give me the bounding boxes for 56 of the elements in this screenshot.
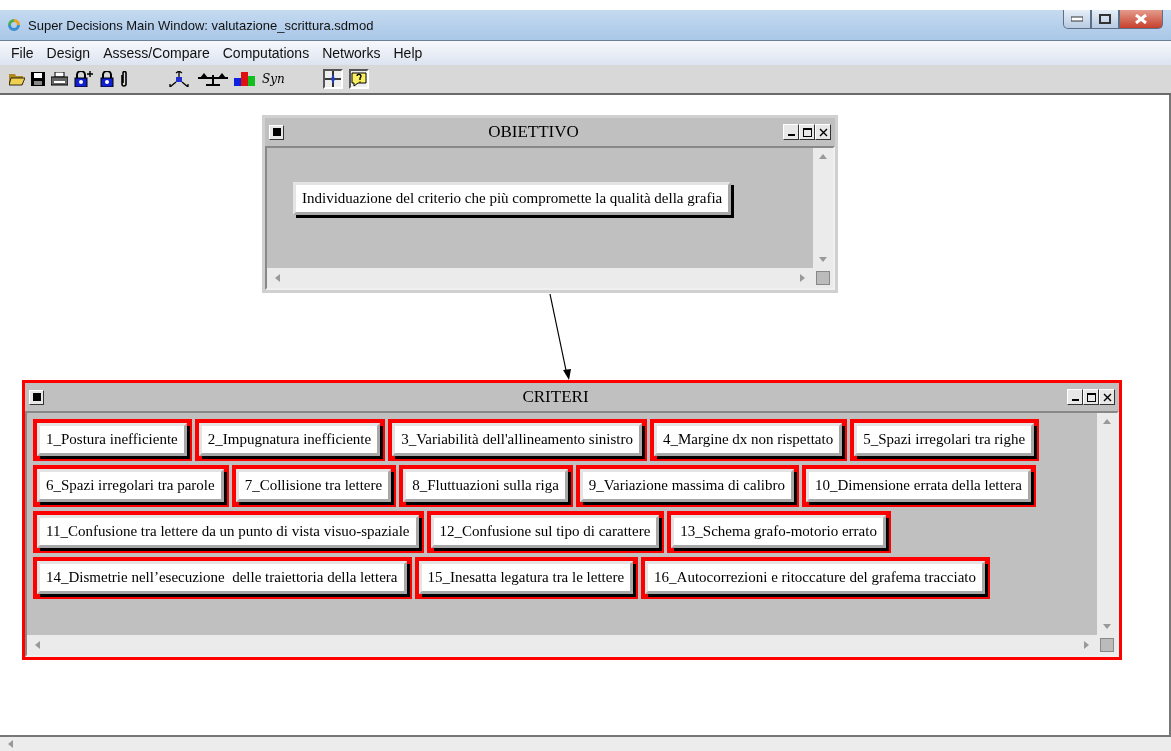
node-button[interactable]: 11_Confusione tra lettere da un punto di vista visuo-spaziale — [37, 515, 419, 548]
help-toggle[interactable] — [348, 69, 369, 89]
node-button[interactable]: 14_Dismetrie nell’esecuzione delle traiettoria della lettera — [37, 561, 407, 594]
app-icon — [6, 17, 22, 33]
node-button[interactable]: 1_Postura inefficiente — [37, 423, 187, 456]
save-icon[interactable] — [31, 72, 45, 86]
node-button[interactable]: 5_Spazi irregolari tra righe — [854, 423, 1035, 456]
node-button[interactable]: 2_Impugnatura inefficiente — [198, 423, 381, 456]
node-button[interactable]: 15_Inesatta legatura tra le lettere — [418, 561, 634, 594]
resize-grip[interactable] — [1097, 635, 1117, 655]
close-icon — [818, 127, 828, 137]
node-button[interactable]: 6_Spazi irregolari tra parole — [37, 469, 224, 502]
lock-plus-icon[interactable] — [74, 71, 94, 87]
maximize-icon — [1086, 392, 1096, 402]
close-icon — [1102, 392, 1112, 402]
cluster-title: OBIETTIVO — [487, 122, 580, 142]
balance-scale-icon[interactable] — [198, 72, 228, 86]
square-icon — [272, 128, 281, 136]
maximize-icon — [1099, 14, 1111, 24]
synthesis-button[interactable]: Syn — [262, 72, 285, 86]
crosshair-icon — [324, 71, 341, 87]
paperclip-icon[interactable] — [120, 71, 128, 87]
node-button[interactable]: 13_Schema grafo-motorio errato — [671, 515, 886, 548]
node-button[interactable]: 9_Variazione massima di calibro — [579, 469, 794, 502]
compass-toggle[interactable] — [322, 69, 343, 89]
network-icon[interactable] — [166, 71, 192, 87]
node-button[interactable]: 10_Dimensione errata della lettera — [806, 469, 1031, 502]
menu-item[interactable]: Help — [393, 45, 423, 61]
bar-chart-icon[interactable] — [234, 72, 256, 86]
menu-item[interactable]: Networks — [322, 45, 381, 61]
printer-icon[interactable] — [51, 72, 68, 86]
node-button[interactable]: Individuazione del criterio che più compromette la qualità della grafia — [293, 182, 732, 215]
window-menu-button[interactable] — [269, 124, 284, 140]
window-menu-button[interactable] — [29, 389, 44, 405]
horizontal-scrollbar[interactable] — [0, 737, 1171, 751]
resize-grip[interactable] — [813, 268, 833, 288]
cluster-title: CRITERI — [521, 387, 590, 407]
node-button[interactable]: 4_Margine dx non rispettato — [654, 423, 843, 456]
maximize-icon — [802, 127, 812, 137]
node-button[interactable]: 7_Collisione tra lettere — [235, 469, 392, 502]
help-bubble-icon — [350, 71, 367, 87]
node-button[interactable]: 8_Fluttuazioni sulla riga — [403, 469, 568, 502]
node-button[interactable]: 16_Autocorrezioni e ritoccature del grafema tracciato — [645, 561, 985, 594]
maximize-button[interactable] — [1091, 10, 1119, 29]
close-icon — [1135, 14, 1147, 24]
window-title: Super Decisions Main Window: valutazione_scrittura.sdmod — [28, 17, 374, 33]
node-button[interactable]: 12_Confusione sul tipo di carattere — [430, 515, 660, 548]
square-icon — [32, 393, 41, 401]
menu-item[interactable]: Assess/Compare — [103, 45, 210, 61]
node-button[interactable]: 3_Variabilità dell'allineamento sinistro — [392, 423, 642, 456]
menu-item[interactable]: Computations — [222, 45, 310, 61]
menu-item[interactable]: File — [11, 45, 34, 61]
minimize-icon — [1071, 16, 1083, 22]
lock-icon[interactable] — [100, 71, 114, 87]
open-folder-icon[interactable] — [9, 72, 25, 86]
menu-item[interactable]: Design — [46, 45, 91, 61]
